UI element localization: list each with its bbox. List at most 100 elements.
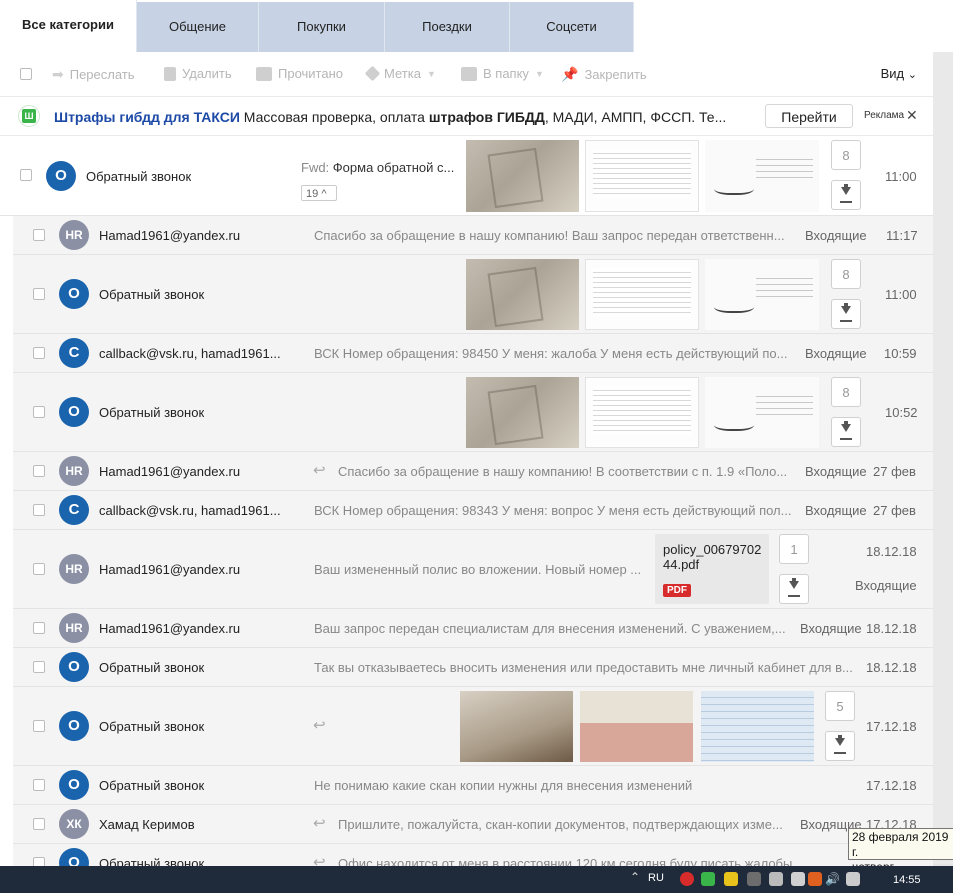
row-checkbox[interactable] (33, 818, 45, 830)
opera-icon[interactable] (680, 872, 694, 886)
folder-label[interactable]: Входящие (805, 346, 867, 361)
attachment-count[interactable]: 5 (825, 691, 855, 721)
row-checkbox[interactable] (20, 169, 32, 181)
label-button[interactable]: Метка ▼ (364, 65, 436, 82)
message-subject: ВСК Номер обращения: 98343 У меня: вопро… (314, 503, 792, 518)
tray-app-icon[interactable] (791, 872, 805, 886)
folder-label[interactable]: Входящие (805, 228, 867, 243)
download-icon[interactable] (831, 299, 861, 329)
pin-button[interactable]: 📌 Закрепить (561, 66, 647, 83)
download-icon[interactable] (779, 574, 809, 604)
attachment-count[interactable]: 8 (831, 377, 861, 407)
attachment-thumbnail[interactable] (460, 691, 573, 762)
ad-close-icon[interactable]: ✕ (906, 107, 918, 124)
attachment-thumbnail[interactable] (705, 140, 819, 212)
message-row[interactable]: О Обратный звонок Так вы отказываетесь в… (13, 648, 933, 687)
row-checkbox[interactable] (33, 406, 45, 418)
attachment-thumbnail[interactable] (585, 140, 699, 212)
move-to-folder-button[interactable]: В папку ▼ (461, 66, 544, 81)
attachment-thumbnail[interactable] (466, 377, 579, 448)
attachment-thumbnail[interactable] (705, 377, 819, 448)
ad-logo-letter: Ш (22, 109, 36, 123)
attachment-thumbnail[interactable] (705, 259, 819, 330)
row-checkbox[interactable] (33, 720, 45, 732)
message-row[interactable]: С callback@vsk.ru, hamad1961... ВСК Номе… (13, 334, 933, 373)
attachment-count[interactable]: 8 (831, 259, 861, 289)
volume-icon[interactable]: 🔊 (825, 872, 840, 886)
sender-name: Обратный звонок (99, 719, 205, 734)
message-time: 18.12.18 (866, 621, 917, 636)
message-row[interactable]: О Обратный звонок Fwd: Форма обратной с.… (0, 136, 933, 216)
folder-label[interactable]: Входящие (805, 464, 867, 479)
row-checkbox[interactable] (33, 347, 45, 359)
message-row[interactable]: HR Hamad1961@yandex.ru Ваш измененный по… (13, 530, 933, 609)
attachment-thumbnail[interactable] (466, 140, 579, 212)
subject-text: Форма обратной с... (332, 160, 455, 175)
attachment-count[interactable]: 1 (779, 534, 809, 564)
message-time: 11:17 (886, 228, 918, 243)
download-icon[interactable] (831, 417, 861, 447)
folder-label[interactable]: Входящие (805, 503, 867, 518)
scrollbar[interactable] (933, 52, 953, 864)
attachment-thumbnail[interactable] (585, 377, 699, 448)
tray-app-icon[interactable] (808, 872, 822, 886)
ad-banner[interactable]: Ш Штрафы гибдд для ТАКСИ Массовая провер… (0, 97, 933, 136)
message-row[interactable]: О Обратный звонок ↩ 5 17.12.18 (13, 687, 933, 766)
download-icon[interactable] (831, 180, 861, 210)
message-row[interactable]: С callback@vsk.ru, hamad1961... ВСК Номе… (13, 491, 933, 530)
tab-communication[interactable]: Общение (137, 2, 259, 52)
view-dropdown[interactable]: Вид ⌄ (881, 66, 917, 81)
trash-icon (164, 66, 176, 81)
row-checkbox[interactable] (33, 622, 45, 634)
tab-trips[interactable]: Поездки (385, 2, 510, 52)
pdf-icon: PDF (663, 584, 691, 597)
ad-text-a: Массовая проверка, оплата (239, 109, 429, 125)
move-to-folder-label: В папку (483, 66, 529, 81)
tab-social[interactable]: Соцсети (510, 2, 634, 52)
ad-logo: Ш (18, 105, 40, 127)
mark-read-button[interactable]: Прочитано (256, 66, 343, 81)
ad-text[interactable]: Штрафы гибдд для ТАКСИ Массовая проверка… (54, 109, 744, 125)
message-row[interactable]: HR Hamad1961@yandex.ru ↩ Спасибо за обра… (13, 452, 933, 491)
download-icon[interactable] (825, 731, 855, 761)
row-checkbox[interactable] (33, 288, 45, 300)
tray-app-icon[interactable] (701, 872, 715, 886)
tab-shopping[interactable]: Покупки (259, 2, 385, 52)
avatar: ХК (59, 809, 89, 839)
folder-label[interactable]: Входящие (855, 578, 917, 593)
row-checkbox[interactable] (33, 504, 45, 516)
row-checkbox[interactable] (33, 563, 45, 575)
pdf-attachment-card[interactable]: policy_0067970244.pdf PDF (655, 534, 769, 604)
ad-go-button[interactable]: Перейти (765, 104, 853, 128)
row-checkbox[interactable] (33, 465, 45, 477)
attachment-thumbnail[interactable] (580, 691, 693, 762)
tab-all-categories[interactable]: Все категории (0, 0, 137, 54)
tray-app-icon[interactable] (747, 872, 761, 886)
row-checkbox[interactable] (33, 779, 45, 791)
thread-counter[interactable]: 19 ^ (301, 185, 337, 201)
tray-app-icon[interactable] (724, 872, 738, 886)
attachment-thumbnail[interactable] (585, 259, 699, 330)
tray-app-icon[interactable] (769, 872, 783, 886)
row-checkbox[interactable] (33, 229, 45, 241)
attachment-thumbnail[interactable] (466, 259, 579, 330)
forward-button[interactable]: ➡ Переслать (52, 66, 135, 83)
delete-button[interactable]: Удалить (164, 66, 232, 81)
language-indicator[interactable]: RU (648, 872, 664, 884)
row-checkbox[interactable] (33, 661, 45, 673)
show-hidden-icons-icon[interactable]: ⌃ (630, 870, 640, 884)
message-row[interactable]: О Обратный звонок 8 10:52 (13, 373, 933, 452)
message-row[interactable]: HR Hamad1961@yandex.ru Ваш запрос переда… (13, 609, 933, 648)
message-row[interactable]: О Обратный звонок Не понимаю какие скан … (13, 766, 933, 805)
message-row[interactable]: О Обратный звонок 8 11:00 (13, 255, 933, 334)
date-tooltip: 28 февраля 2019 г. четверг (848, 828, 953, 874)
message-row[interactable]: HR Hamad1961@yandex.ru Спасибо за обраще… (13, 216, 933, 255)
network-icon[interactable] (846, 872, 860, 886)
message-subject: Не понимаю какие скан копии нужны для вн… (314, 778, 693, 793)
attachment-thumbnail[interactable] (701, 691, 814, 762)
attachment-count[interactable]: 8 (831, 140, 861, 170)
message-row[interactable]: ХК Хамад Керимов ↩ Пришлите, пожалуйста,… (13, 805, 933, 844)
clock[interactable]: 14:55 (893, 874, 921, 886)
folder-label[interactable]: Входящие (800, 621, 862, 636)
select-all-checkbox[interactable] (20, 68, 32, 80)
